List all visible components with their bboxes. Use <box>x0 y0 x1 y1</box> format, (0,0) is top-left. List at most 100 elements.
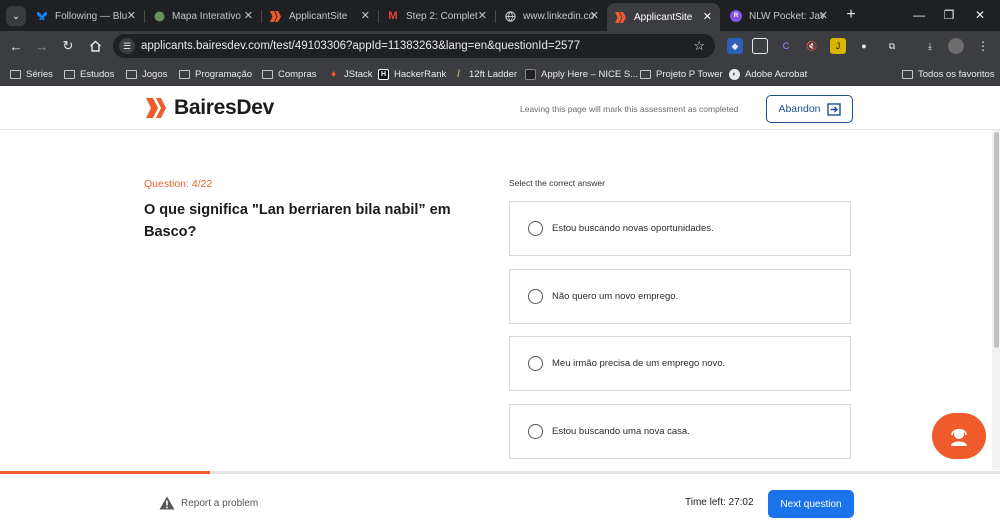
close-icon[interactable]: ✕ <box>244 9 253 22</box>
bookmark-link[interactable]: Apply Here – NICE S... <box>525 66 638 82</box>
report-problem-link[interactable]: Report a problem <box>159 496 258 510</box>
page-header: BairesDev Leaving this page will mark th… <box>0 86 1000 130</box>
extension-j-icon[interactable]: J <box>830 38 846 54</box>
home-button[interactable] <box>85 36 105 56</box>
mute-extension-icon[interactable]: 🔇 <box>804 38 820 54</box>
bookmark-label: Adobe Acrobat <box>745 68 808 80</box>
question-text: O que significa "Lan berriaren bila nabi… <box>144 202 451 240</box>
extension-drop-icon[interactable]: ● <box>856 38 872 54</box>
radio-button[interactable] <box>528 356 543 371</box>
close-icon[interactable]: ✕ <box>478 9 487 22</box>
gmail-icon: M <box>388 10 398 22</box>
progress-bar <box>0 471 210 474</box>
support-chat-button[interactable] <box>932 413 986 459</box>
globe-icon <box>504 10 516 22</box>
scrollbar-thumb[interactable] <box>994 132 999 348</box>
reload-button[interactable]: ↻ <box>58 36 78 56</box>
tab-title: Following — Blu <box>55 10 128 22</box>
site-info-icon[interactable]: ☰ <box>119 38 135 54</box>
folder-icon <box>126 69 137 79</box>
butterfly-icon <box>36 10 48 22</box>
bitwarden-extension-icon[interactable]: ◆ <box>727 38 743 54</box>
bairesdev-logo[interactable]: BairesDev <box>146 96 274 119</box>
bookmark-link[interactable]: ♦ JStack <box>328 66 373 82</box>
abandon-button[interactable]: Abandon <box>766 95 853 123</box>
close-window-button[interactable]: ✕ <box>968 5 992 25</box>
answer-option-2[interactable]: Não quero um novo emprego. <box>509 269 851 324</box>
abandon-label: Abandon <box>778 103 821 115</box>
tab-applicantsite-active[interactable]: ApplicantSite ✕ <box>607 3 720 31</box>
tab-gmail[interactable]: M Step 2: Complet ✕ <box>379 4 495 28</box>
tab-search-button[interactable]: ⌄ <box>6 6 26 26</box>
tab-title: Step 2: Complet <box>406 10 478 22</box>
forward-button[interactable]: → <box>32 36 52 56</box>
report-problem-label: Report a problem <box>181 497 259 509</box>
avatar[interactable] <box>948 38 964 54</box>
radio-button[interactable] <box>528 424 543 439</box>
folder-icon <box>10 69 21 79</box>
radio-button[interactable] <box>528 221 543 236</box>
tab-nlw[interactable]: R NLW Pocket: Jav ✕ <box>722 4 836 28</box>
bookmark-link[interactable]: ◐ Adobe Acrobat <box>729 66 807 82</box>
bookmark-folder[interactable]: Séries <box>10 66 53 82</box>
tab-bluesky[interactable]: Following — Blu ✕ <box>28 4 144 28</box>
extension-window-icon[interactable] <box>752 38 768 54</box>
download-icon[interactable]: ⤓ <box>922 38 938 54</box>
bookmark-link[interactable]: / 12ft Ladder <box>453 66 517 82</box>
bookmark-label: JStack <box>344 68 373 80</box>
all-bookmarks-folder[interactable]: Todos os favoritos <box>902 66 995 82</box>
tab-title: www.linkedin.co <box>523 10 595 22</box>
answer-option-1[interactable]: Estou buscando novas oportunidades. <box>509 201 851 256</box>
exit-icon <box>826 102 841 116</box>
bookmark-folder[interactable]: Projeto P Tower <box>640 66 723 82</box>
back-button[interactable]: ← <box>6 36 26 56</box>
minimize-button[interactable]: — <box>907 5 931 25</box>
menu-kebab-icon[interactable]: ⋮ <box>975 38 991 54</box>
close-icon[interactable]: ✕ <box>703 10 712 23</box>
bookmark-folder[interactable]: Estudos <box>64 66 114 82</box>
close-icon[interactable]: ✕ <box>590 9 599 22</box>
restore-button[interactable]: ❐ <box>937 5 961 25</box>
extension-c-icon[interactable]: C <box>778 38 794 54</box>
folder-icon <box>179 69 190 79</box>
tab-mapa[interactable]: Mapa Interativo ✕ <box>145 4 261 28</box>
bookmark-label: Jogos <box>142 68 168 80</box>
minimize-icon: — <box>913 8 925 22</box>
bookmark-folder[interactable]: Jogos <box>126 66 167 82</box>
arrow-left-icon: ← <box>9 38 23 54</box>
warning-icon <box>159 496 175 510</box>
reload-icon: ↻ <box>62 38 74 53</box>
page-scrollbar[interactable] <box>992 130 1000 470</box>
close-icon[interactable]: ✕ <box>127 9 136 22</box>
nice-icon <box>525 68 536 80</box>
browser-toolbar: ← → ↻ ☰ applicants.bairesdev.com/test/49… <box>0 31 1000 61</box>
answer-option-4[interactable]: Estou buscando uma nova casa. <box>509 404 851 459</box>
address-bar[interactable]: ☰ applicants.bairesdev.com/test/49103306… <box>113 34 715 58</box>
bookmark-folder[interactable]: Compras <box>262 66 317 82</box>
folder-icon <box>64 69 75 79</box>
bookmark-star-icon[interactable]: ☆ <box>693 38 705 54</box>
globe-icon <box>153 10 165 22</box>
select-answer-label: Select the correct answer <box>509 178 605 188</box>
close-icon[interactable]: ✕ <box>819 9 828 22</box>
url-text: applicants.bairesdev.com/test/49103306?a… <box>141 40 581 52</box>
bookmark-link[interactable]: H HackerRank <box>378 66 446 82</box>
close-icon: ✕ <box>974 8 986 22</box>
close-icon[interactable]: ✕ <box>361 9 370 22</box>
extensions-puzzle-icon[interactable]: ⧉ <box>884 38 900 54</box>
next-question-label: Next question <box>780 498 842 510</box>
answer-option-3[interactable]: Meu irmão precisa de um emprego novo. <box>509 336 851 391</box>
tab-applicantsite[interactable]: ApplicantSite ✕ <box>262 4 378 28</box>
bookmark-label: Apply Here – NICE S... <box>541 68 639 80</box>
adobe-icon: ◐ <box>729 68 740 80</box>
bookmark-folder[interactable]: Programação <box>179 66 252 82</box>
radio-button[interactable] <box>528 289 543 304</box>
arrow-right-icon: → <box>35 38 49 54</box>
new-tab-button[interactable]: + <box>842 6 860 24</box>
bookmark-label: Séries <box>26 68 53 80</box>
next-question-button[interactable]: Next question <box>768 490 854 518</box>
leaving-notice: Leaving this page will mark this assessm… <box>520 104 739 114</box>
home-icon <box>89 40 101 52</box>
answer-option-text: Meu irmão precisa de um emprego novo. <box>552 358 726 369</box>
tab-linkedin[interactable]: www.linkedin.co ✕ <box>496 4 607 28</box>
